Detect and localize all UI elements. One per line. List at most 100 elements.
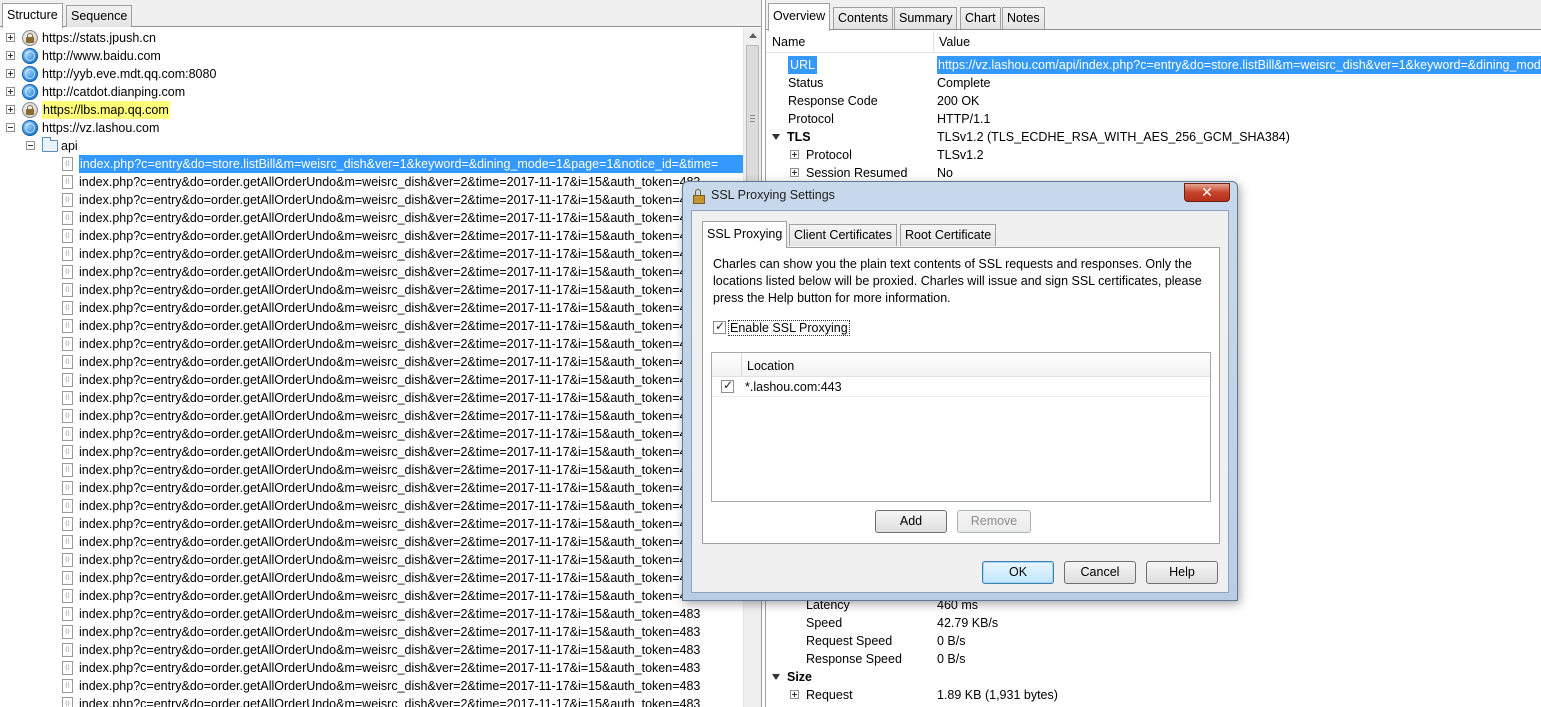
request-label: index.php?c=entry&do=order.getAllOrderUn… bbox=[79, 661, 701, 675]
structure-tree[interactable]: https://stats.jpush.cn http://www.baidu.c… bbox=[0, 28, 743, 707]
locations-table[interactable]: Location *.lashou.com:443 bbox=[711, 352, 1211, 502]
scrollbar-thumb[interactable] bbox=[746, 45, 759, 191]
tree-request-row[interactable]: index.php?c=entry&do=order.getAllOrderUn… bbox=[0, 659, 743, 677]
cancel-button[interactable]: Cancel bbox=[1064, 561, 1136, 584]
tree-request-row[interactable]: index.php?c=entry&do=order.getAllOrderUn… bbox=[0, 587, 743, 605]
close-button[interactable]: ✕ bbox=[1184, 183, 1230, 202]
tree-request-row[interactable]: index.php?c=entry&do=order.getAllOrderUn… bbox=[0, 515, 743, 533]
value-column-header[interactable]: Value bbox=[939, 35, 970, 49]
expand-icon[interactable] bbox=[6, 51, 15, 60]
tree-request-row[interactable]: index.php?c=entry&do=order.getAllOrderUn… bbox=[0, 605, 743, 623]
document-icon bbox=[62, 391, 73, 405]
tree-request-row[interactable]: index.php?c=entry&do=order.getAllOrderUn… bbox=[0, 299, 743, 317]
tree-request-row[interactable]: index.php?c=entry&do=order.getAllOrderUn… bbox=[0, 209, 743, 227]
expand-icon[interactable] bbox=[6, 69, 15, 78]
tree-request-row[interactable]: index.php?c=entry&do=order.getAllOrderUn… bbox=[0, 335, 743, 353]
property-row[interactable]: Request 1.89 KB (1,931 bytes) bbox=[766, 686, 1541, 704]
enable-ssl-proxying-label[interactable]: Enable SSL Proxying bbox=[728, 320, 850, 336]
tree-host-row[interactable]: https://lbs.map.qq.com bbox=[0, 101, 743, 119]
property-row[interactable]: Protocol TLSv1.2 bbox=[766, 146, 1541, 164]
property-row[interactable]: Protocol HTTP/1.1 bbox=[766, 110, 1541, 128]
tree-request-row[interactable]: index.php?c=entry&do=order.getAllOrderUn… bbox=[0, 407, 743, 425]
property-row[interactable]: Status Complete bbox=[766, 74, 1541, 92]
document-icon bbox=[62, 589, 73, 603]
tree-host-row[interactable]: https://vz.lashou.com bbox=[0, 119, 743, 137]
property-row[interactable]: Response Speed 0 B/s bbox=[766, 650, 1541, 668]
collapse-icon[interactable] bbox=[26, 141, 35, 150]
tree-request-row[interactable]: index.php?c=entry&do=order.getAllOrderUn… bbox=[0, 263, 743, 281]
enable-ssl-proxying-checkbox[interactable] bbox=[713, 319, 726, 334]
tree-request-row[interactable]: index.php?c=entry&do=order.getAllOrderUn… bbox=[0, 497, 743, 515]
collapse-icon[interactable] bbox=[6, 123, 15, 132]
collapse-arrow-icon[interactable] bbox=[772, 134, 780, 140]
expand-icon[interactable] bbox=[6, 87, 15, 96]
tree-request-row[interactable]: index.php?c=entry&do=order.getAllOrderUn… bbox=[0, 371, 743, 389]
tab-summary[interactable]: Summary bbox=[894, 7, 958, 29]
property-row[interactable]: Response Code 200 OK bbox=[766, 92, 1541, 110]
property-row[interactable]: Session Resumed No bbox=[766, 164, 1541, 182]
property-name: Request Speed bbox=[806, 634, 893, 648]
tree-request-row[interactable]: index.php?c=entry&do=order.getAllOrderUn… bbox=[0, 479, 743, 497]
location-row[interactable]: *.lashou.com:443 bbox=[712, 378, 1210, 397]
tree-request-row[interactable]: index.php?c=entry&do=order.getAllOrderUn… bbox=[0, 353, 743, 371]
document-icon bbox=[62, 157, 73, 171]
request-label: index.php?c=entry&do=order.getAllOrderUn… bbox=[79, 607, 701, 621]
tab-overview[interactable]: Overview bbox=[768, 3, 831, 31]
document-icon bbox=[62, 481, 73, 495]
property-value: 0 B/s bbox=[937, 634, 966, 648]
property-row[interactable]: Request Speed 0 B/s bbox=[766, 632, 1541, 650]
expand-icon[interactable] bbox=[6, 105, 15, 114]
tree-request-row[interactable]: index.php?c=entry&do=order.getAllOrderUn… bbox=[0, 173, 743, 191]
tab-ssl-proxying[interactable]: SSL Proxying bbox=[702, 221, 788, 248]
document-icon bbox=[62, 301, 73, 315]
help-button[interactable]: Help bbox=[1146, 561, 1218, 584]
property-row[interactable]: Size bbox=[766, 668, 1541, 686]
tree-host-row[interactable]: https://stats.jpush.cn bbox=[0, 29, 743, 47]
tree-request-row[interactable]: index.php?c=entry&do=order.getAllOrderUn… bbox=[0, 443, 743, 461]
tab-contents[interactable]: Contents bbox=[833, 7, 894, 29]
tree-host-row[interactable]: http://www.baidu.com bbox=[0, 47, 743, 65]
tab-client-certificates[interactable]: Client Certificates bbox=[789, 224, 897, 246]
location-column-header[interactable]: Location bbox=[747, 359, 794, 373]
expand-icon[interactable] bbox=[790, 168, 799, 177]
tree-request-row[interactable]: index.php?c=entry&do=order.getAllOrderUn… bbox=[0, 191, 743, 209]
expand-icon[interactable] bbox=[790, 150, 799, 159]
property-name: Session Resumed bbox=[806, 166, 908, 180]
tree-request-row[interactable]: index.php?c=entry&do=store.listBill&m=we… bbox=[0, 155, 743, 173]
expand-icon[interactable] bbox=[6, 33, 15, 42]
tree-request-row[interactable]: index.php?c=entry&do=order.getAllOrderUn… bbox=[0, 389, 743, 407]
property-row[interactable]: Speed 42.79 KB/s bbox=[766, 614, 1541, 632]
tree-request-row[interactable]: index.php?c=entry&do=order.getAllOrderUn… bbox=[0, 245, 743, 263]
tree-request-row[interactable]: index.php?c=entry&do=order.getAllOrderUn… bbox=[0, 281, 743, 299]
tree-request-row[interactable]: index.php?c=entry&do=order.getAllOrderUn… bbox=[0, 695, 743, 707]
tree-request-row[interactable]: index.php?c=entry&do=order.getAllOrderUn… bbox=[0, 551, 743, 569]
tab-root-certificate[interactable]: Root Certificate bbox=[900, 224, 997, 246]
ok-button[interactable]: OK bbox=[982, 561, 1054, 584]
tab-structure[interactable]: Structure bbox=[2, 3, 63, 28]
tree-request-row[interactable]: index.php?c=entry&do=order.getAllOrderUn… bbox=[0, 461, 743, 479]
name-column-header[interactable]: Name bbox=[772, 35, 805, 49]
tree-request-row[interactable]: index.php?c=entry&do=order.getAllOrderUn… bbox=[0, 623, 743, 641]
tree-request-row[interactable]: index.php?c=entry&do=order.getAllOrderUn… bbox=[0, 569, 743, 587]
tree-request-row[interactable]: index.php?c=entry&do=order.getAllOrderUn… bbox=[0, 641, 743, 659]
property-row[interactable]: TLS TLSv1.2 (TLS_ECDHE_RSA_WITH_AES_256_G… bbox=[766, 128, 1541, 146]
dialog-titlebar[interactable]: SSL Proxying Settings ✕ bbox=[683, 182, 1237, 210]
tree-request-row[interactable]: index.php?c=entry&do=order.getAllOrderUn… bbox=[0, 227, 743, 245]
tree-request-row[interactable]: index.php?c=entry&do=order.getAllOrderUn… bbox=[0, 677, 743, 695]
tree-host-row[interactable]: http://catdot.dianping.com bbox=[0, 83, 743, 101]
remove-button[interactable]: Remove bbox=[957, 510, 1031, 533]
property-row[interactable]: URL https://vz.lashou.com/api/index.php?c… bbox=[766, 56, 1541, 74]
tab-chart[interactable]: Chart bbox=[960, 7, 1001, 29]
add-button[interactable]: Add bbox=[875, 510, 947, 533]
tab-sequence[interactable]: Sequence bbox=[66, 5, 133, 27]
scroll-up-arrow-icon[interactable] bbox=[749, 33, 757, 38]
tree-request-row[interactable]: index.php?c=entry&do=order.getAllOrderUn… bbox=[0, 317, 743, 335]
tree-request-row[interactable]: index.php?c=entry&do=order.getAllOrderUn… bbox=[0, 533, 743, 551]
tree-folder-row[interactable]: api bbox=[0, 137, 743, 155]
tree-host-row[interactable]: http://yyb.eve.mdt.qq.com:8080 bbox=[0, 65, 743, 83]
collapse-arrow-icon[interactable] bbox=[772, 674, 780, 680]
expand-icon[interactable] bbox=[790, 690, 799, 699]
tree-request-row[interactable]: index.php?c=entry&do=order.getAllOrderUn… bbox=[0, 425, 743, 443]
location-enabled-checkbox[interactable] bbox=[721, 378, 734, 393]
tab-notes[interactable]: Notes bbox=[1002, 7, 1045, 29]
